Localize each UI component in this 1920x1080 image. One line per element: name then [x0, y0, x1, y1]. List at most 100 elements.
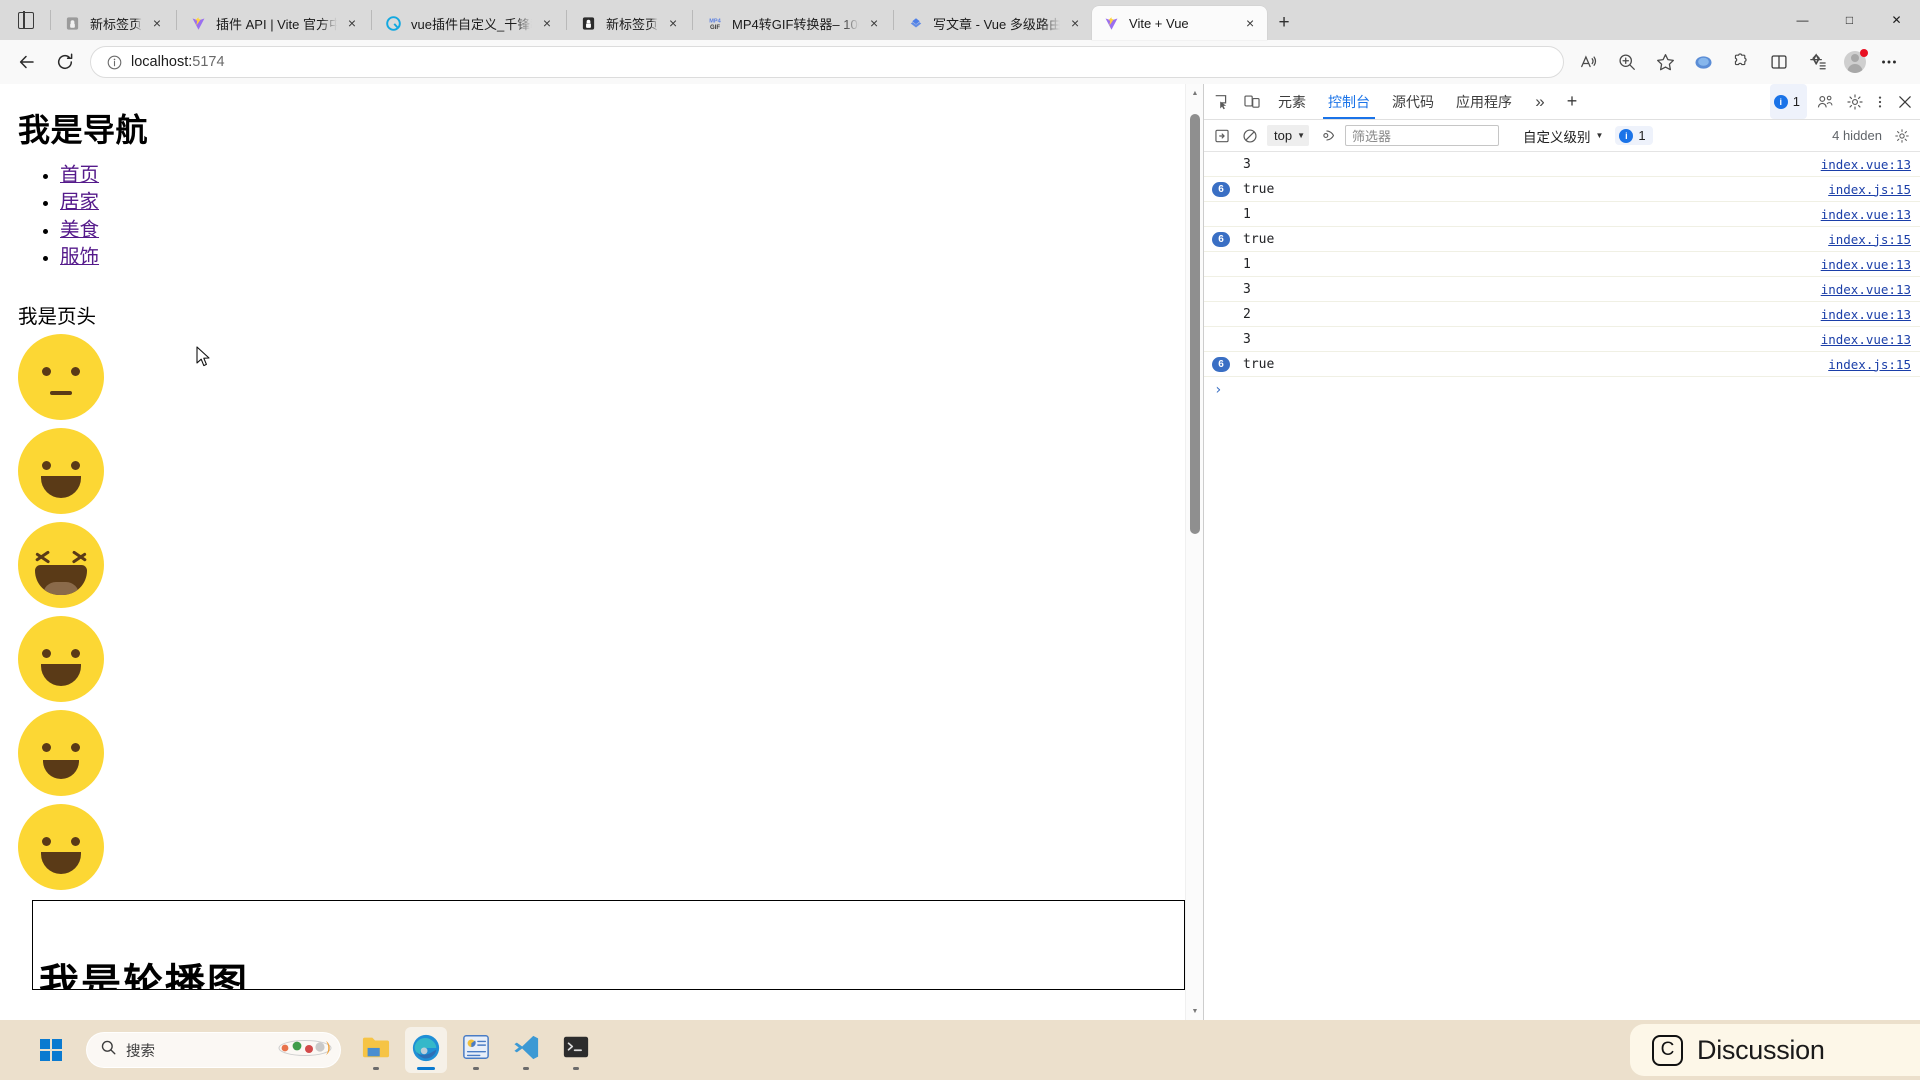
taskbar-app-vs-code[interactable] [505, 1027, 547, 1073]
browser-tab-4[interactable]: 新标签页 × [569, 6, 690, 40]
browser-tab-3[interactable]: vue插件自定义_千锋教 × [374, 6, 564, 40]
svg-text:GIF: GIF [710, 25, 720, 31]
taskbar-app-office[interactable] [455, 1027, 497, 1073]
page-nav-list: 首页 居家 美食 服饰 [60, 162, 1195, 271]
taskbar-app-terminal[interactable] [555, 1027, 597, 1073]
tab-close-button[interactable]: × [341, 12, 363, 34]
console-log-row[interactable]: 6 true index.js:15 [1204, 177, 1920, 202]
new-tab-button[interactable]: + [1267, 6, 1301, 40]
more-ellipsis-icon[interactable] [1872, 45, 1906, 79]
tab-close-button[interactable]: × [863, 12, 885, 34]
gear-icon[interactable] [1840, 84, 1870, 119]
log-source-link[interactable]: index.vue:13 [1821, 307, 1911, 322]
live-expression-eye-icon[interactable] [1313, 124, 1339, 148]
tab-sources[interactable]: 源代码 [1381, 84, 1445, 119]
console-log-row[interactable]: 3 index.vue:13 [1204, 277, 1920, 302]
scrollbar-thumb[interactable] [1190, 114, 1200, 534]
browser-tab-1[interactable]: 新标签页 × [53, 6, 174, 40]
log-source-link[interactable]: index.js:15 [1828, 182, 1911, 197]
tab-close-button[interactable]: × [662, 12, 684, 34]
console-log-row[interactable]: 6 true index.js:15 [1204, 352, 1920, 377]
console-log-row[interactable]: 3 index.vue:13 [1204, 327, 1920, 352]
extensions-puzzle-icon[interactable] [1724, 45, 1758, 79]
filter-input[interactable]: 筛选器 [1345, 125, 1499, 146]
device-toolbar-icon[interactable] [1237, 84, 1267, 119]
console-input-prompt[interactable]: › [1204, 377, 1920, 403]
issues-count-badge[interactable]: i 1 [1769, 84, 1807, 119]
log-source-link[interactable]: index.vue:13 [1821, 157, 1911, 172]
clear-console-icon[interactable] [1237, 124, 1263, 148]
browser-tab-title: 插件 API | Vite 官方中 [216, 16, 338, 32]
browser-tab-2[interactable]: 插件 API | Vite 官方中 × [179, 6, 369, 40]
discussion-overlay[interactable]: C Discussion [1630, 1024, 1920, 1076]
tab-overview-button[interactable] [4, 0, 48, 40]
back-button[interactable] [10, 45, 44, 79]
more-panels-chevron-icon[interactable]: » [1523, 84, 1557, 119]
log-source-link[interactable]: index.vue:13 [1821, 257, 1911, 272]
read-aloud-icon[interactable] [1572, 45, 1606, 79]
start-button[interactable] [30, 1029, 72, 1071]
newtab-icon [64, 15, 81, 32]
browser-tab-6[interactable]: 写文章 - Vue 多级路由 × [896, 6, 1092, 40]
minimize-button[interactable]: — [1779, 0, 1826, 40]
tab-application[interactable]: 应用程序 [1445, 84, 1523, 119]
tab-close-button[interactable]: × [1064, 12, 1086, 34]
browser-tab-5[interactable]: MP4 GIF MP4转GIF转换器– 100 × [695, 6, 891, 40]
log-source-link[interactable]: index.js:15 [1828, 357, 1911, 372]
issues-people-icon[interactable] [1810, 84, 1840, 119]
nav-link-food[interactable]: 美食 [60, 219, 99, 241]
console-sidebar-icon[interactable] [1209, 124, 1235, 148]
log-source-link[interactable]: index.vue:13 [1821, 207, 1911, 222]
nav-link-home-living[interactable]: 居家 [60, 191, 99, 213]
copilot-icon[interactable] [1686, 45, 1720, 79]
log-source-link[interactable]: index.js:15 [1828, 232, 1911, 247]
nav-link-home[interactable]: 首页 [60, 164, 99, 186]
console-log-row[interactable]: 1 index.vue:13 [1204, 202, 1920, 227]
context-selector[interactable]: top ▼ [1267, 125, 1309, 146]
search-illustration-icon [276, 1035, 334, 1066]
scrollbar-down-arrow[interactable]: ▼ [1186, 1002, 1203, 1020]
split-screen-icon[interactable] [1762, 45, 1796, 79]
inspect-element-icon[interactable] [1207, 84, 1237, 119]
tab-elements[interactable]: 元素 [1267, 84, 1317, 119]
browser-tab-7-active[interactable]: Vite + Vue × [1092, 6, 1268, 40]
log-level-selector[interactable]: 自定义级别 ▼ [1523, 126, 1603, 146]
tab-separator [50, 10, 51, 30]
tab-close-button[interactable]: × [146, 12, 168, 34]
close-window-button[interactable]: ✕ [1873, 0, 1920, 40]
taskbar-search-box[interactable]: 搜索 [86, 1032, 341, 1068]
zoom-search-icon[interactable] [1610, 45, 1644, 79]
console-log-row[interactable]: 3 index.vue:13 [1204, 152, 1920, 177]
tab-console[interactable]: 控制台 [1317, 84, 1381, 119]
reload-button[interactable] [48, 45, 82, 79]
page-scrollbar[interactable]: ▲ ▼ [1185, 84, 1203, 1020]
taskbar-app-microsoft-edge[interactable] [405, 1027, 447, 1073]
scrollbar-up-arrow[interactable]: ▲ [1186, 84, 1203, 102]
log-source-link[interactable]: index.vue:13 [1821, 282, 1911, 297]
address-bar[interactable]: localhost:5174 [90, 46, 1564, 78]
log-level-value: 自定义级别 [1523, 129, 1591, 145]
info-circle-icon[interactable] [101, 54, 127, 71]
maximize-button[interactable]: □ [1826, 0, 1873, 40]
taskbar-app-file-explorer[interactable] [355, 1027, 397, 1073]
console-log-row[interactable]: 2 index.vue:13 [1204, 302, 1920, 327]
more-vertical-icon[interactable] [1870, 84, 1890, 119]
close-icon[interactable] [1890, 84, 1920, 119]
collections-star-icon[interactable] [1800, 45, 1834, 79]
smiling-face-emoji [18, 616, 104, 703]
log-source-link[interactable]: index.vue:13 [1821, 332, 1911, 347]
tab-close-button[interactable]: × [1239, 12, 1261, 34]
console-log-list[interactable]: 3 index.vue:13 6 true index.js:15 1 inde… [1204, 152, 1920, 1020]
list-item: 服饰 [60, 244, 1195, 271]
gear-icon[interactable] [1889, 124, 1915, 148]
console-log-row[interactable]: 1 index.vue:13 [1204, 252, 1920, 277]
console-log-row[interactable]: 6 true index.js:15 [1204, 227, 1920, 252]
tab-close-button[interactable]: × [536, 12, 558, 34]
list-item: 美食 [60, 217, 1195, 244]
star-icon[interactable] [1648, 45, 1682, 79]
log-repeat-count [1212, 207, 1230, 222]
nav-link-clothing[interactable]: 服饰 [60, 246, 99, 268]
profile-button[interactable] [1838, 45, 1872, 79]
add-panel-button[interactable]: + [1557, 84, 1587, 119]
level-info-badge[interactable]: i 1 [1615, 126, 1653, 145]
